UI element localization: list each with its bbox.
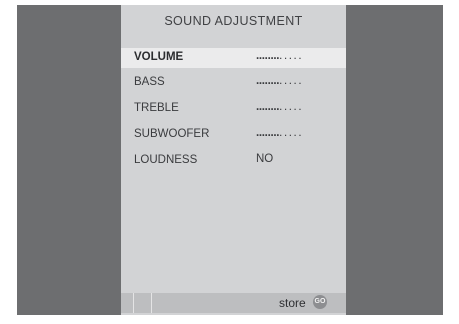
level-indicator: .............: [256, 101, 304, 113]
sound-adjustment-menu: SOUND ADJUSTMENT VOLUME ............. BA…: [121, 5, 346, 315]
go-button-icon[interactable]: GO: [313, 295, 327, 309]
menu-item-bass[interactable]: BASS .............: [121, 73, 346, 93]
menu-item-label: TREBLE: [134, 102, 179, 114]
menu-item-label: SUBWOOFER: [134, 128, 210, 140]
menu-item-label: LOUDNESS: [134, 154, 198, 166]
footer-divider: [151, 293, 152, 313]
level-indicator: .............: [256, 50, 304, 62]
menu-item-loudness[interactable]: LOUDNESS NO: [121, 151, 346, 171]
level-indicator: .............: [256, 75, 304, 87]
loudness-value: NO: [256, 153, 274, 165]
menu-item-volume[interactable]: VOLUME .............: [121, 48, 346, 68]
footer-bar: store GO: [121, 293, 346, 313]
menu-item-treble[interactable]: TREBLE .............: [121, 99, 346, 119]
store-button[interactable]: store: [279, 296, 306, 310]
menu-item-label: BASS: [134, 76, 165, 88]
menu-item-subwoofer[interactable]: SUBWOOFER .............: [121, 125, 346, 145]
menu-item-label: VOLUME: [134, 51, 184, 63]
footer-divider: [133, 293, 134, 313]
menu-title: SOUND ADJUSTMENT: [164, 14, 303, 28]
level-indicator: .............: [256, 127, 304, 139]
